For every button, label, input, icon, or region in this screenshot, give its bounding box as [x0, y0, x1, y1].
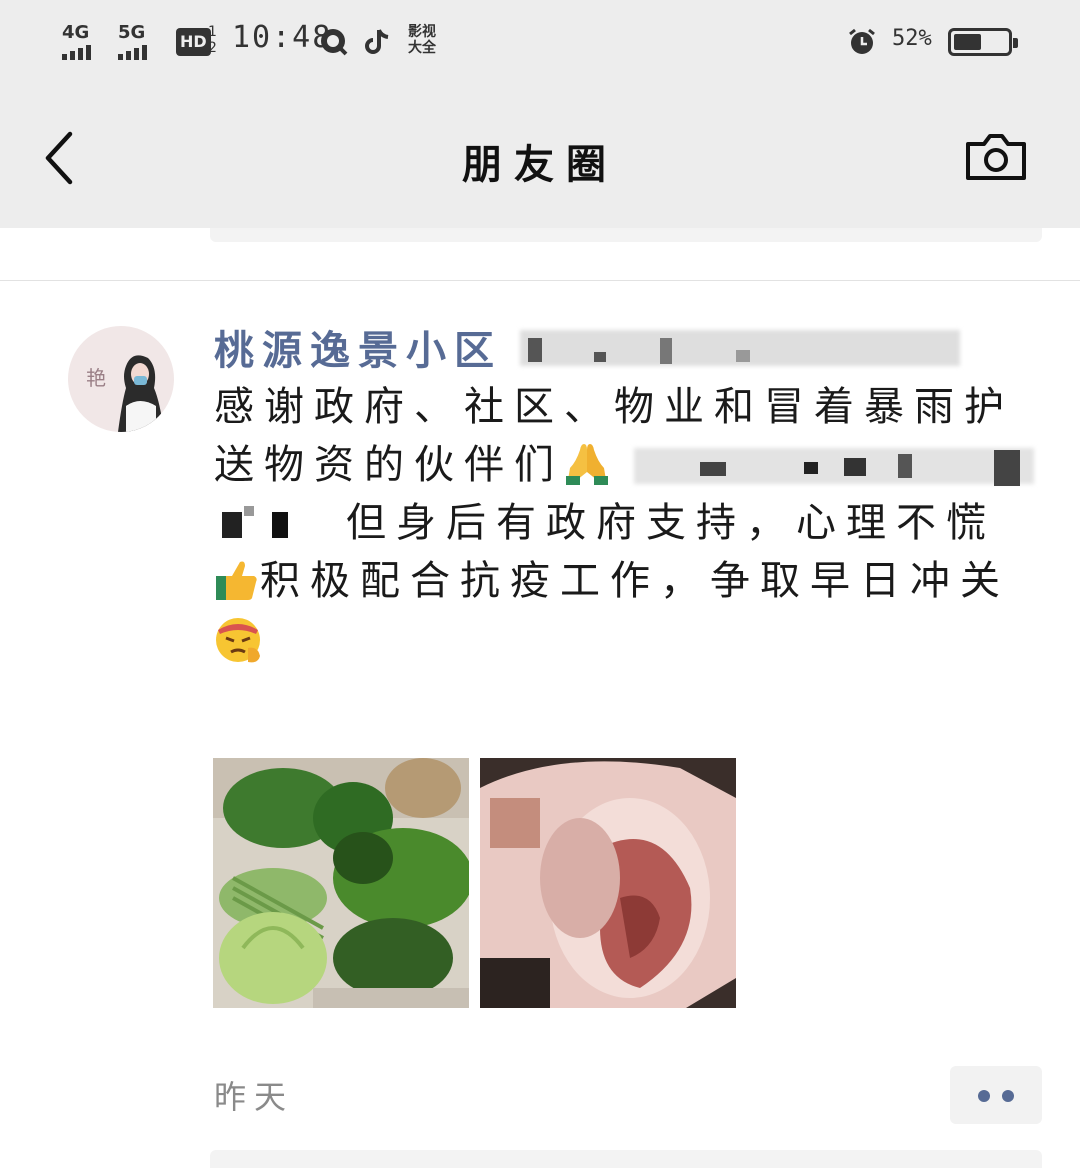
- battery-icon: [948, 28, 1018, 56]
- yingshi-app-label: 影视 大全: [408, 24, 436, 56]
- page-title: 朋友圈: [462, 142, 618, 188]
- post-text-line: 但身后有政府支持，心理不慌: [346, 500, 996, 546]
- thumbs-up-emoji: [216, 561, 257, 600]
- comment-area: [210, 1150, 1042, 1168]
- avatar-char: 艳: [86, 366, 106, 390]
- redacted-mark: [736, 350, 750, 362]
- redacted-mark: [660, 338, 672, 364]
- determined-emoji: [216, 618, 260, 663]
- q-app-icon: [321, 29, 348, 56]
- tiktok-icon: [365, 29, 389, 54]
- post-body: 感谢政府、社区、物业和冒着暴雨护 送物资的伙伴们 但身后有政府支持，心理不慌 积…: [214, 378, 1034, 668]
- signal-5g-label: 5G: [118, 22, 146, 43]
- status-bar: 4G 5G HD 1 2 10:48 影视 大全 52%: [0, 0, 1080, 84]
- post-line-5: [214, 610, 1034, 668]
- signal-4g-label: 4G: [62, 22, 90, 43]
- more-icon: [1002, 1090, 1014, 1102]
- nav-bar: 朋友圈: [0, 84, 1080, 228]
- avatar-figure-icon: [118, 355, 164, 432]
- more-icon: [978, 1090, 990, 1102]
- top-bar: 4G 5G HD 1 2 10:48 影视 大全 52% 朋友圈: [0, 0, 1080, 228]
- post-text-line: 送物资的伙伴们: [214, 442, 564, 488]
- redacted-mark: [700, 462, 726, 476]
- redacted-region: [634, 448, 1034, 484]
- redacted-mark: [528, 338, 542, 362]
- avatar[interactable]: 艳: [68, 326, 174, 432]
- redacted-mark: [804, 462, 818, 474]
- redacted-mark: [594, 352, 606, 362]
- redacted-mark: [898, 454, 912, 478]
- battery-fill: [954, 34, 981, 50]
- post-text-line: 积极配合抗疫工作，争取早日冲关: [260, 558, 1010, 604]
- vegetables-image: [213, 758, 469, 1008]
- post-photo-pork[interactable]: [480, 758, 736, 1008]
- redacted-mark: [994, 450, 1020, 486]
- signal-5g: 5G: [118, 22, 147, 60]
- redacted-region: [214, 500, 346, 540]
- post-divider: [0, 280, 1080, 281]
- camera-icon[interactable]: [964, 130, 1028, 182]
- alarm-icon: [849, 28, 875, 54]
- battery-percent: 52%: [892, 26, 932, 51]
- post-text-line: 感谢政府、社区、物业和冒着暴雨护: [214, 384, 1014, 430]
- pray-emoji: [566, 444, 608, 485]
- pork-image: [480, 758, 736, 1008]
- post-photo-vegetables[interactable]: [213, 758, 469, 1008]
- post-line-1: 感谢政府、社区、物业和冒着暴雨护: [214, 378, 1034, 436]
- post-line-4: 积极配合抗疫工作，争取早日冲关: [214, 552, 1034, 610]
- previous-post-card: [210, 228, 1042, 242]
- redacted-mark: [844, 458, 866, 476]
- post-author[interactable]: 桃源逸景小区: [214, 318, 502, 376]
- hd-badge: HD: [176, 28, 211, 56]
- post-line-2: 送物资的伙伴们: [214, 436, 1034, 494]
- post-line-3: 但身后有政府支持，心理不慌: [214, 494, 1034, 552]
- signal-4g: 4G: [62, 22, 91, 60]
- post-time: 昨天: [214, 1078, 295, 1116]
- more-actions-button[interactable]: [950, 1066, 1042, 1124]
- hd-numbers: 1 2: [208, 24, 217, 56]
